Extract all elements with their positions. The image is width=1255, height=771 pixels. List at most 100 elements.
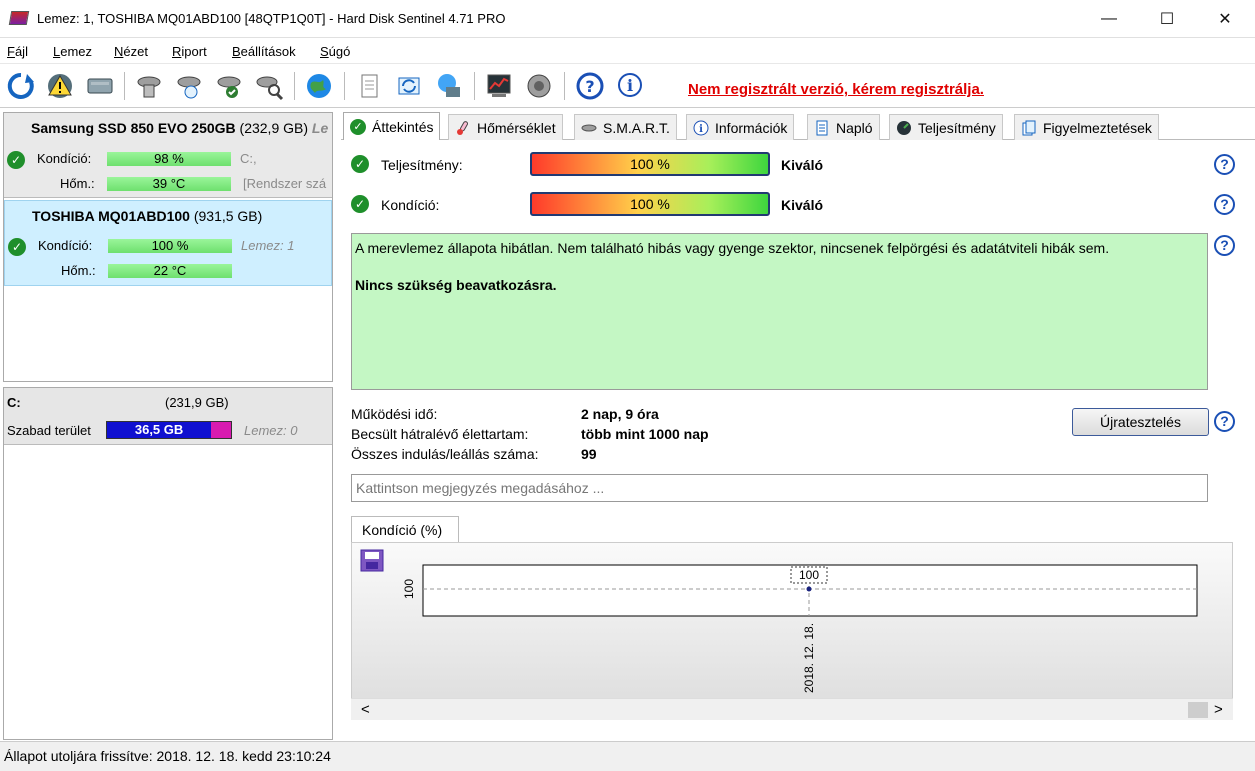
- info-icon: i: [693, 120, 709, 135]
- data-label: 100: [799, 568, 819, 582]
- temperature-bar: 22 °C: [108, 264, 232, 278]
- web-globe-icon[interactable]: [302, 69, 336, 103]
- performance-label: Teljesítmény:: [381, 157, 463, 173]
- disk-ok-icon[interactable]: [212, 69, 246, 103]
- menu-disk[interactable]: Lemez: [53, 44, 92, 59]
- chart-scrollbar[interactable]: < >: [351, 698, 1233, 720]
- status-text: A merevlemez állapota hibátlan. Nem talá…: [355, 240, 1110, 256]
- save-icon[interactable]: [360, 549, 384, 572]
- temperature-label: Hőm.:: [60, 176, 95, 191]
- disk-extra: Le: [311, 120, 329, 136]
- menu-help[interactable]: Súgó: [320, 44, 350, 59]
- temperature-note: [Rendszer szá: [243, 176, 327, 191]
- disk-schedule-icon[interactable]: [172, 69, 206, 103]
- tab-label: S.M.A.R.T.: [603, 119, 670, 136]
- disk-name: TOSHIBA MQ01ABD100: [32, 208, 190, 224]
- check-ok-icon: ✓: [351, 155, 369, 173]
- check-ok-icon: ✓: [8, 238, 26, 256]
- app-logo-icon: [8, 11, 30, 25]
- disk-drive-icon[interactable]: [83, 69, 117, 103]
- performance-chart-icon[interactable]: [482, 69, 516, 103]
- svg-text:?: ?: [585, 77, 594, 96]
- gauge-icon: [897, 120, 911, 135]
- tab-label: Információk: [715, 119, 788, 136]
- condition-label: Kondíció:: [38, 238, 93, 253]
- temperature-bar: 39 °C: [107, 177, 231, 191]
- minimize-button[interactable]: —: [1080, 0, 1138, 38]
- disk-search-icon[interactable]: [252, 69, 286, 103]
- lifetime-value: több mint 1000 nap: [581, 426, 709, 442]
- tab-label: Napló: [836, 119, 873, 136]
- scroll-right-arrow[interactable]: >: [1214, 701, 1223, 718]
- note-input[interactable]: Kattintson megjegyzés megadásához ...: [351, 474, 1208, 502]
- scroll-thumb[interactable]: [1188, 702, 1208, 718]
- disk-test-icon[interactable]: [132, 69, 166, 103]
- refresh-icon[interactable]: [4, 69, 38, 103]
- disk-item-toshiba[interactable]: TOSHIBA MQ01ABD100 (931,5 GB) ✓ Kondíció…: [4, 200, 332, 286]
- disk-capacity: (931,5 GB): [193, 208, 263, 224]
- check-ok-icon: ✓: [351, 195, 369, 213]
- network-computer-icon[interactable]: [432, 69, 466, 103]
- tab-overview[interactable]: ✓ Áttekintés: [343, 112, 441, 141]
- help-icon[interactable]: ?: [1214, 154, 1235, 175]
- condition-chart: 100 100 2018. 12. 18.: [351, 542, 1233, 720]
- tab-smart[interactable]: S.M.A.R.T.: [574, 114, 677, 140]
- startstop-label: Összes indulás/leállás száma:: [351, 446, 539, 462]
- tab-information[interactable]: i Információk: [686, 114, 795, 140]
- svg-text:i: i: [627, 76, 633, 95]
- window-title: Lemez: 1, TOSHIBA MQ01ABD100 [48QTP1Q0T]…: [37, 11, 506, 26]
- retest-button[interactable]: Újratesztelés: [1072, 408, 1209, 436]
- menu-view[interactable]: Nézet: [114, 44, 148, 59]
- alert-disk-icon[interactable]: [43, 69, 77, 103]
- y-tick-label: 100: [402, 579, 416, 599]
- uptime-label: Működési idő:: [351, 406, 438, 422]
- help-icon[interactable]: ?: [1214, 194, 1235, 215]
- close-button[interactable]: ✕: [1196, 0, 1254, 38]
- disk-item-samsung[interactable]: Samsung SSD 850 EVO 250GB (232,9 GB) Le …: [4, 113, 332, 198]
- status-bar-text: Állapot utoljára frissítve: 2018. 12. 18…: [4, 748, 331, 764]
- toolbar: ? i: [0, 64, 1255, 108]
- data-point: [806, 586, 812, 592]
- disk-name: Samsung SSD 850 EVO 250GB: [31, 120, 236, 136]
- status-message-box: A merevlemez állapota hibátlan. Nem talá…: [351, 233, 1208, 390]
- alerts-document-icon: [1022, 120, 1036, 135]
- free-space-fill: 36,5 GB: [107, 422, 212, 438]
- startstop-value: 99: [581, 446, 597, 462]
- condition-chart-svg: 100 100 2018. 12. 18.: [360, 549, 1198, 693]
- help-icon[interactable]: ?: [1214, 235, 1235, 256]
- lifetime-label: Becsült hátralévő élettartam:: [351, 426, 529, 442]
- disk-icon: [581, 124, 597, 131]
- maximize-button[interactable]: ☐: [1138, 0, 1196, 38]
- tab-log[interactable]: Napló: [807, 114, 880, 140]
- tab-temperature[interactable]: Hőmérséklet: [448, 114, 563, 140]
- check-ok-icon: ✓: [350, 119, 366, 135]
- register-link[interactable]: Nem regisztrált verzió, kérem regisztrál…: [688, 81, 984, 98]
- menu-report[interactable]: Riport: [172, 44, 207, 59]
- tab-label: Figyelmeztetések: [1043, 119, 1152, 136]
- svg-text:i: i: [699, 124, 703, 135]
- menu-settings[interactable]: Beállítások: [232, 44, 296, 59]
- title-bar: Lemez: 1, TOSHIBA MQ01ABD100 [48QTP1Q0T]…: [0, 0, 1255, 38]
- tab-alerts[interactable]: Figyelmeztetések: [1014, 114, 1159, 140]
- status-bar: Állapot utoljára frissítve: 2018. 12. 18…: [0, 741, 1255, 771]
- help-icon[interactable]: ?: [573, 69, 607, 103]
- tab-label: Teljesítmény: [918, 119, 996, 136]
- info-icon[interactable]: i: [613, 69, 647, 103]
- menu-file[interactable]: Fájl: [7, 44, 28, 59]
- volume-item-c[interactable]: C: (231,9 GB) Szabad terület 36,5 GB Lem…: [4, 388, 332, 445]
- scroll-left-arrow[interactable]: <: [361, 701, 370, 718]
- sound-speaker-icon[interactable]: [522, 69, 556, 103]
- menu-bar: Fájl Lemez Nézet Riport Beállítások Súgó: [0, 39, 1255, 64]
- chart-tab-condition[interactable]: Kondíció (%): [351, 516, 459, 543]
- temperature-label: Hőm.:: [61, 263, 96, 278]
- log-document-icon: [816, 120, 828, 135]
- condition-verdict: Kiváló: [781, 197, 824, 213]
- report-document-icon[interactable]: [352, 69, 386, 103]
- help-icon[interactable]: ?: [1214, 411, 1235, 432]
- condition-bar: 100 %: [530, 192, 770, 216]
- performance-bar: 100 %: [530, 152, 770, 176]
- tab-performance[interactable]: Teljesítmény: [889, 114, 1003, 140]
- volume-disk-note: Lemez: 0: [244, 423, 298, 438]
- check-ok-icon: ✓: [7, 151, 25, 169]
- sync-icon[interactable]: [392, 69, 426, 103]
